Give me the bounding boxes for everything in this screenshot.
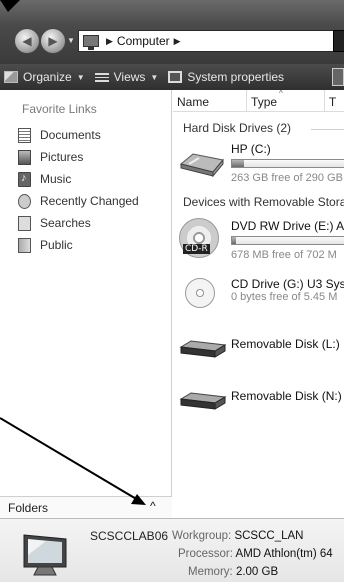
address-bar[interactable]: ▶ Computer ▶ <box>78 30 344 52</box>
favorite-links-list: Documents Pictures Music Recently Change… <box>18 124 139 256</box>
processor-value: AMD Athlon(tm) 64 <box>235 548 333 560</box>
organize-icon <box>4 71 18 83</box>
drive-usage-bar <box>231 236 344 245</box>
organize-label: Organize <box>23 70 72 84</box>
views-icon <box>94 72 109 82</box>
workgroup-label: Workgroup: <box>172 530 232 542</box>
cd-r-badge: CD-R <box>183 244 210 254</box>
favorite-link-label: Music <box>40 172 72 186</box>
computer-monitor-icon <box>23 534 67 576</box>
breadcrumb-computer[interactable]: Computer <box>117 34 170 48</box>
favorite-link-label: Pictures <box>40 150 84 164</box>
address-dropdown-button[interactable] <box>333 30 344 52</box>
computer-name: SCSCCLAB06 <box>90 529 169 543</box>
column-header-name[interactable]: Name <box>173 90 248 112</box>
navigation-pane: Favorite Links Documents Pictures Music … <box>0 90 172 518</box>
drive-usage-fill <box>232 160 244 167</box>
favorite-link-music[interactable]: Music <box>18 168 139 190</box>
corner-arrow-mark <box>0 0 20 12</box>
drive-free-space: 0 bytes free of 5.45 M <box>231 291 338 303</box>
favorite-link-label: Recently Changed <box>40 194 139 208</box>
details-pane: SCSCCLAB06 Workgroup: SCSCC_LAN Processo… <box>0 518 344 582</box>
pictures-icon <box>18 149 31 165</box>
recent-pages-dropdown[interactable]: ▼ <box>67 36 75 45</box>
column-header-type[interactable]: ^ Type <box>247 90 325 112</box>
column-headers: Name ^ Type T <box>173 90 344 112</box>
forward-arrow-icon: ▶ <box>48 34 58 48</box>
drive-free-space: 263 GB free of 290 GB <box>231 172 343 184</box>
memory-value: 2.00 GB <box>235 566 279 578</box>
views-label: Views <box>113 70 146 84</box>
drive-hp-c[interactable]: HP (C:) 263 GB free of 290 GB <box>179 142 344 190</box>
breadcrumb-separator-icon[interactable]: ▶ <box>106 36 113 47</box>
favorite-links-title: Favorite Links <box>22 102 97 116</box>
drive-removable-n[interactable]: Removable Disk (N:) <box>179 385 344 413</box>
back-arrow-icon: ◀ <box>22 34 32 48</box>
hard-drive-icon <box>179 153 224 178</box>
toolbar-overflow-button[interactable] <box>332 68 344 86</box>
computer-icon <box>83 35 99 50</box>
cd-drive-icon <box>185 278 215 308</box>
favorite-link-label: Searches <box>40 216 91 230</box>
chevron-up-icon[interactable]: ^ <box>150 499 156 513</box>
workgroup-value: SCSCC_LAN <box>234 530 304 542</box>
file-list-pane: Name ^ Type T Hard Disk Drives (2) HP (C… <box>173 90 344 518</box>
title-bar: ◀ ▶ ▼ ▶ Computer ▶ <box>0 0 344 64</box>
searches-icon <box>18 215 31 231</box>
memory-row: Memory: 2.00 GB <box>188 566 278 578</box>
favorite-link-label: Public <box>40 238 73 252</box>
views-button[interactable]: Views ▼ <box>94 70 159 84</box>
favorite-link-pictures[interactable]: Pictures <box>18 146 139 168</box>
drive-name: DVD RW Drive (E:) Ap <box>231 219 344 233</box>
organize-button[interactable]: Organize ▼ <box>4 70 85 84</box>
group-header-removable[interactable]: Devices with Removable Storage <box>183 195 344 209</box>
processor-row: Processor: AMD Athlon(tm) 64 <box>178 548 333 560</box>
drive-name: Removable Disk (N:) <box>231 389 342 403</box>
recently-changed-icon <box>18 193 31 209</box>
column-more-label: T <box>328 95 337 109</box>
favorite-link-public[interactable]: Public <box>18 234 139 256</box>
drive-name: CD Drive (G:) U3 Syste <box>231 277 344 291</box>
music-icon <box>18 171 31 187</box>
drive-name: Removable Disk (L:) <box>231 337 340 351</box>
group-header-hard-disk[interactable]: Hard Disk Drives (2) <box>183 121 291 135</box>
drive-name: HP (C:) <box>231 142 271 156</box>
forward-button[interactable]: ▶ <box>40 28 66 54</box>
chevron-down-icon: ▼ <box>150 72 159 82</box>
folders-toggle[interactable]: Folders ^ <box>0 496 172 518</box>
favorite-link-documents[interactable]: Documents <box>18 124 139 146</box>
breadcrumb-chevron-icon[interactable]: ▶ <box>174 36 181 47</box>
public-icon <box>18 237 31 253</box>
processor-label: Processor: <box>178 548 233 560</box>
column-name-label: Name <box>177 95 210 109</box>
favorite-link-label: Documents <box>40 128 101 142</box>
folders-label: Folders <box>8 501 49 515</box>
drive-dvd-e[interactable]: CD-R DVD RW Drive (E:) Ap 678 MB free of… <box>179 216 344 266</box>
drive-cd-g[interactable]: CD Drive (G:) U3 Syste 0 bytes free of 5… <box>179 274 344 314</box>
system-properties-label: System properties <box>187 70 285 84</box>
memory-label: Memory: <box>188 566 233 578</box>
column-type-label: Type <box>251 95 278 109</box>
system-properties-button[interactable]: System properties <box>168 70 284 84</box>
removable-disk-icon <box>179 340 227 358</box>
favorite-link-searches[interactable]: Searches <box>18 212 139 234</box>
drive-removable-l[interactable]: Removable Disk (L:) <box>179 333 344 361</box>
favorite-link-recently-changed[interactable]: Recently Changed <box>18 190 139 212</box>
workgroup-row: Workgroup: SCSCC_LAN <box>172 530 303 542</box>
column-header-more[interactable]: T <box>325 90 344 112</box>
system-properties-icon <box>168 71 183 83</box>
removable-disk-icon <box>179 392 227 410</box>
documents-icon <box>18 127 31 143</box>
command-toolbar: Organize ▼ Views ▼ System properties <box>0 64 344 90</box>
group-divider <box>311 129 344 130</box>
drive-free-space: 678 MB free of 702 M <box>231 249 337 261</box>
back-button[interactable]: ◀ <box>14 28 40 54</box>
drive-usage-bar <box>231 159 344 168</box>
sort-ascending-icon: ^ <box>279 90 283 98</box>
chevron-down-icon: ▼ <box>76 72 85 82</box>
drive-usage-fill <box>232 237 236 244</box>
